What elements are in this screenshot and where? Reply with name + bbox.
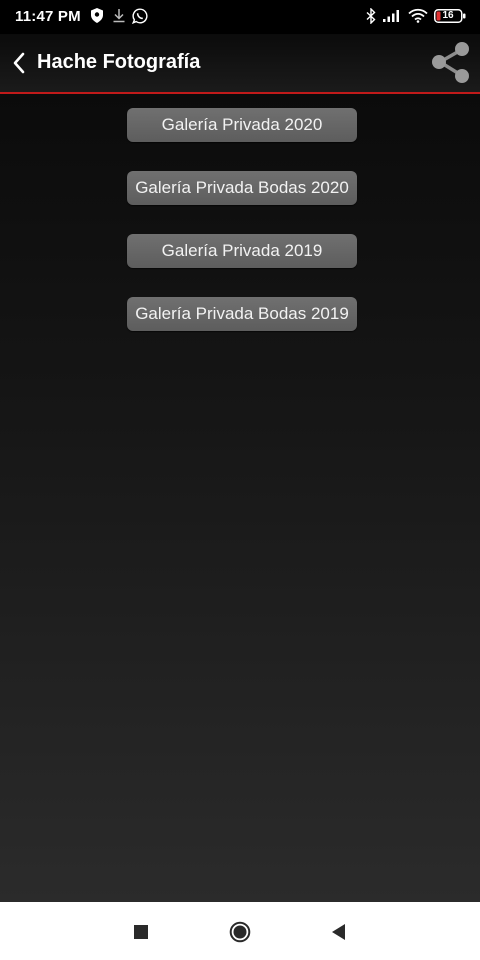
recents-square-icon [134,925,148,939]
chevron-left-icon [13,52,25,74]
gallery-button-privada-2020[interactable]: Galería Privada 2020 [127,108,357,142]
system-nav-bar [0,902,480,960]
share-button[interactable] [428,41,474,85]
home-circle-icon [229,921,251,943]
recents-button[interactable] [132,920,150,944]
whatsapp-icon [131,8,148,29]
gallery-button-privada-bodas-2020[interactable]: Galería Privada Bodas 2020 [127,171,357,205]
back-triangle-icon [332,924,345,940]
status-time: 11:47 PM [15,8,81,25]
gallery-button-privada-2019[interactable]: Galería Privada 2019 [127,234,357,268]
nav-back-button[interactable] [329,920,347,944]
vpn-shield-icon [91,8,103,28]
page-title: Hache Fotografía [37,51,201,73]
download-icon [112,8,126,28]
bluetooth-icon [366,7,376,29]
share-icon [432,42,469,83]
battery-icon: 16 [434,9,466,23]
battery-level: 16 [442,10,454,21]
home-button[interactable] [228,920,252,944]
gallery-button-privada-bodas-2019[interactable]: Galería Privada Bodas 2019 [127,297,357,331]
signal-icon [382,8,402,28]
main-content [0,94,480,902]
back-button[interactable] [8,50,30,76]
status-bar: 11:47 PM 16 [0,0,480,34]
wifi-icon [408,8,428,28]
